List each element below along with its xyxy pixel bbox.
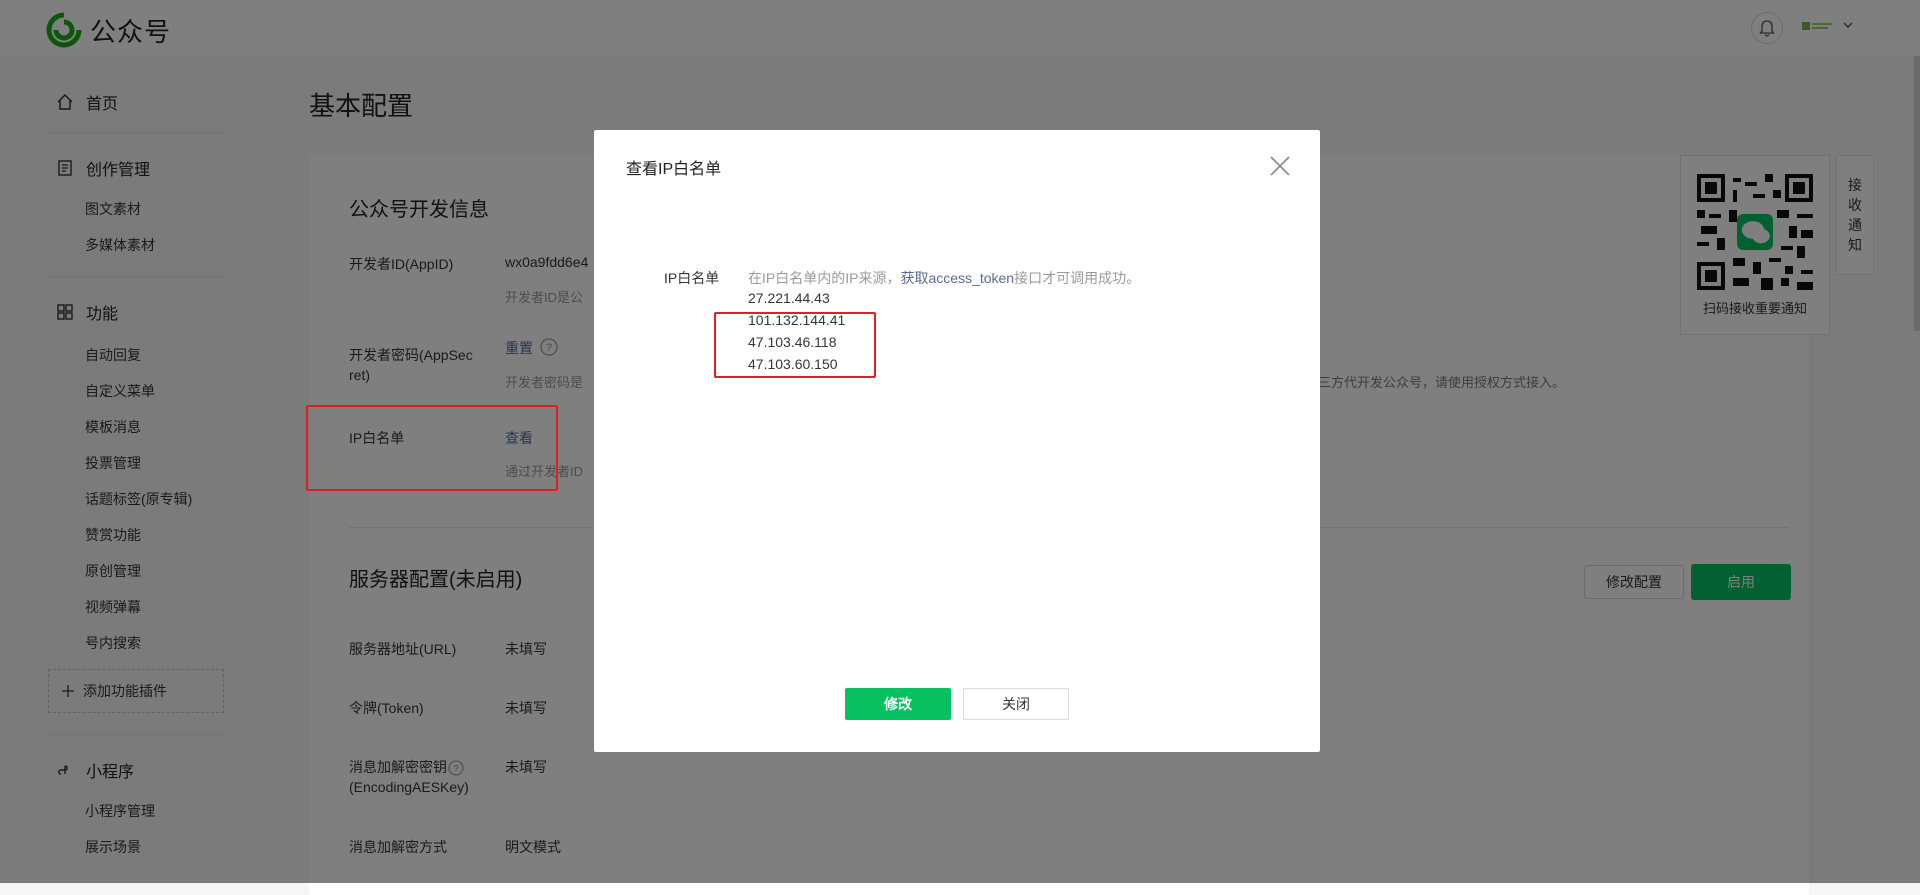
dialog-desc-prefix: 在IP白名单内的IP来源， (748, 270, 901, 286)
dialog-close-button[interactable]: 关闭 (963, 688, 1069, 720)
dialog-ip-label: IP白名单 (664, 270, 720, 286)
ip-whitelist-highlight-box (306, 405, 558, 491)
dialog-modify-button[interactable]: 修改 (845, 688, 951, 720)
ip-entry: 27.221.44.43 (748, 290, 830, 306)
dialog-ip-desc: 在IP白名单内的IP来源，获取access_token接口才可调用成功。 (748, 268, 1140, 288)
ip-whitelist-dialog: 查看IP白名单 IP白名单 在IP白名单内的IP来源，获取access_toke… (594, 130, 1320, 752)
dialog-title: 查看IP白名单 (626, 161, 722, 178)
access-token-link[interactable]: 获取access_token (900, 270, 1014, 286)
ip-list-highlight-box (714, 312, 876, 378)
close-icon[interactable] (1268, 154, 1292, 178)
dialog-desc-suffix: 接口才可调用成功。 (1014, 270, 1141, 286)
